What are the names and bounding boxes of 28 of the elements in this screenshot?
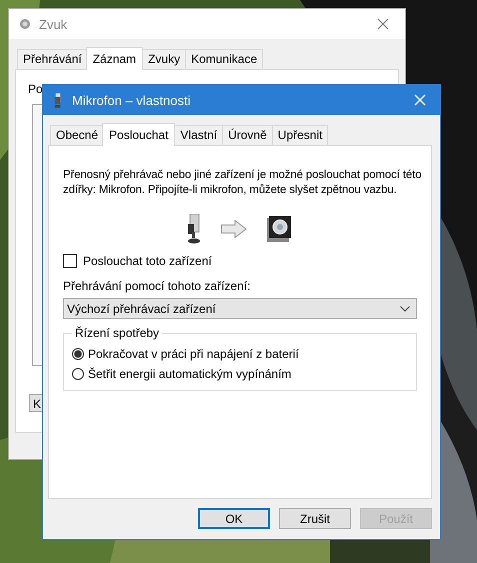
microphone-icon bbox=[53, 92, 62, 108]
checkbox-label: Poslouchat toto zařízení bbox=[83, 254, 212, 268]
tab[interactable]: Záznam bbox=[86, 47, 144, 70]
radio-label: Pokračovat v práci při napájení z baterií bbox=[88, 347, 299, 361]
description-text: Přenosný přehrávač nebo jiné zařízení je možné poslouchat pomocí této zdířky: Mikrofon. Připojíte-li mikrofon, můžete slyšet zpětnou vazbu. bbox=[63, 168, 422, 198]
speaker-icon bbox=[267, 216, 293, 242]
tab[interactable]: Komunikace bbox=[185, 49, 264, 69]
tab[interactable]: Poslouchat bbox=[102, 123, 176, 146]
microphone-icon bbox=[187, 214, 201, 244]
field-label: Přehrávání pomocí tohoto zařízení: bbox=[63, 279, 252, 293]
checkbox[interactable] bbox=[63, 254, 77, 268]
window-title: Zvuk bbox=[39, 16, 68, 32]
tab[interactable]: Obecné bbox=[50, 125, 104, 145]
speaker-icon bbox=[19, 18, 31, 30]
radio-button[interactable] bbox=[72, 348, 84, 360]
arrow-icon bbox=[221, 220, 247, 238]
dialog-button[interactable]: OK bbox=[198, 508, 270, 529]
window-title: Mikrofon – vlastnosti bbox=[72, 92, 192, 108]
tab[interactable]: Přehrávání bbox=[17, 49, 88, 69]
radio-button[interactable] bbox=[72, 368, 84, 380]
tab[interactable]: Upřesnit bbox=[272, 125, 328, 145]
radio-label: Šetřit energii automatickým vypínáním bbox=[88, 367, 292, 381]
description-text: Po bbox=[28, 82, 43, 96]
close-icon[interactable] bbox=[377, 18, 389, 30]
device-dropdown[interactable]: Výchozí přehrávací zařízení bbox=[63, 298, 417, 319]
chevron-icon bbox=[400, 306, 410, 312]
dialog-button[interactable]: Zrušit bbox=[279, 508, 351, 529]
group-title: Řízení spotřeby bbox=[74, 326, 160, 340]
